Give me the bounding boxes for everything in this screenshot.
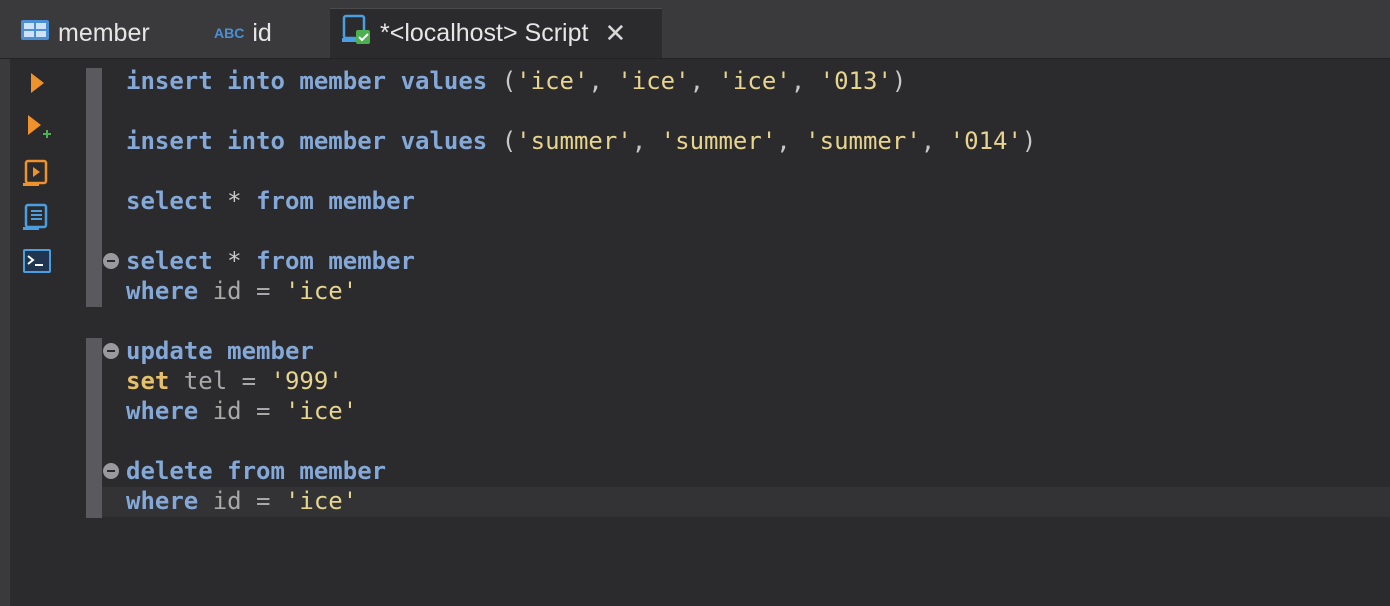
abc-column-icon: ABC xyxy=(214,25,245,41)
code-line: set tel = '999' xyxy=(126,367,343,395)
terminal-icon xyxy=(23,249,51,273)
execute-statement-button[interactable] xyxy=(22,68,52,98)
code-line: select * from member xyxy=(126,187,416,215)
code-line: insert into member values ('summer', 'su… xyxy=(126,127,1037,155)
fold-toggle-icon[interactable] xyxy=(103,343,119,359)
tab-script[interactable]: *<localhost> Script ✕ xyxy=(330,8,662,58)
tab-label: id xyxy=(252,18,272,47)
code-line: where id = 'ice' xyxy=(126,487,358,515)
table-icon xyxy=(20,18,50,49)
statement-block-marker xyxy=(86,338,102,518)
sql-script-icon xyxy=(342,14,372,53)
document-list-icon xyxy=(23,203,48,230)
left-border xyxy=(0,59,10,606)
play-plus-icon xyxy=(28,115,51,138)
code-line: delete from member xyxy=(126,457,387,485)
code-line: where id = 'ice' xyxy=(126,397,358,425)
script-run-icon xyxy=(23,159,48,186)
open-console-button[interactable] xyxy=(22,246,52,276)
code-line: select * from member xyxy=(126,247,416,275)
explain-plan-button[interactable] xyxy=(22,202,52,232)
code-line: update member xyxy=(126,337,314,365)
statement-block-marker xyxy=(86,68,102,307)
code-line: where id = 'ice' xyxy=(126,277,358,305)
editor-tab-bar: member ABC id *<localhost> Script ✕ xyxy=(0,0,1390,59)
tab-label: member xyxy=(58,18,150,47)
close-icon[interactable]: ✕ xyxy=(604,18,626,49)
play-icon xyxy=(31,73,44,93)
fold-toggle-icon[interactable] xyxy=(103,253,119,269)
tab-member[interactable]: member xyxy=(20,8,150,58)
code-line: insert into member values ('ice', 'ice',… xyxy=(126,67,907,95)
fold-toggle-icon[interactable] xyxy=(103,463,119,479)
execute-in-new-tab-button[interactable] xyxy=(22,112,52,142)
tab-id[interactable]: ABC id xyxy=(214,8,272,58)
tab-label: *<localhost> Script xyxy=(380,19,589,47)
execute-script-button[interactable] xyxy=(22,158,52,188)
